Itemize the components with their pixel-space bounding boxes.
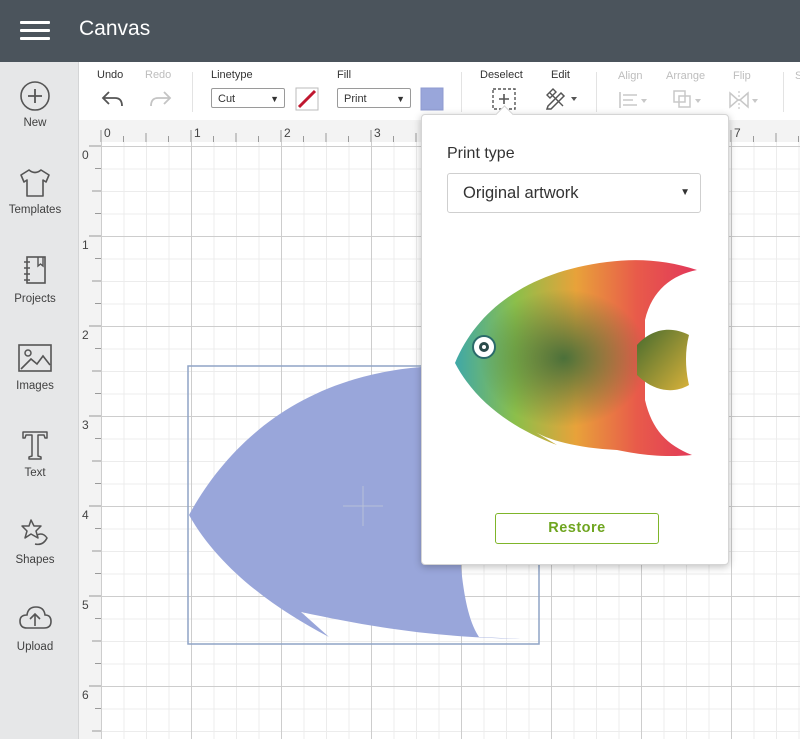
toolbar-divider: [461, 72, 462, 112]
tshirt-icon: [20, 169, 50, 197]
ruler-number: 3: [82, 418, 89, 432]
deselect-label: Deselect: [480, 69, 523, 81]
fill-value: Print: [344, 93, 367, 105]
ruler-number: 6: [82, 688, 89, 702]
sidebar-item-label: Text: [24, 467, 46, 479]
overflow-label: S: [795, 70, 800, 82]
book-icon: [24, 256, 46, 284]
sidebar-item-images[interactable]: Images: [0, 341, 70, 421]
arrange-icon[interactable]: [671, 89, 705, 111]
print-type-label: Print type: [447, 145, 515, 162]
sidebar-item-upload[interactable]: Upload: [0, 602, 70, 682]
flip-icon[interactable]: [727, 89, 761, 111]
linetype-select[interactable]: Cut ▼: [211, 88, 285, 108]
align-icon[interactable]: [617, 89, 651, 111]
sidebar-item-projects[interactable]: Projects: [0, 254, 70, 334]
print-type-value: Original artwork: [463, 184, 579, 202]
ruler-number: 1: [194, 126, 201, 140]
hamburger-menu-icon[interactable]: [20, 21, 50, 41]
sidebar-item-label: Templates: [8, 204, 62, 216]
vertical-ruler: 0 1 2 3 4 5 6: [79, 142, 102, 739]
arrange-label: Arrange: [666, 70, 706, 82]
toolbar-divider: [192, 72, 193, 112]
undo-icon[interactable]: [100, 88, 126, 110]
redo-label: Redo: [145, 69, 172, 81]
left-sidebar: New Templates Projects Images Text Shape…: [0, 62, 79, 739]
edit-toolbar: Undo Redo Linetype Cut ▼ Fill Print ▼ De…: [79, 62, 800, 120]
image-icon: [18, 344, 52, 372]
shapes-icon: [21, 519, 48, 546]
chevron-down-icon: ▼: [680, 187, 690, 198]
ruler-number: 5: [82, 598, 89, 612]
print-type-popover: Print type Original artwork ▼ Restore: [421, 105, 729, 565]
sidebar-item-label: Images: [16, 380, 54, 392]
linetype-color-swatch[interactable]: [295, 87, 319, 111]
print-type-select[interactable]: Original artwork ▼: [447, 173, 701, 213]
ruler-number: 4: [82, 508, 89, 522]
sidebar-item-new[interactable]: New: [0, 80, 70, 160]
ruler-number: 2: [284, 126, 291, 140]
chevron-down-icon: ▼: [396, 94, 405, 104]
fill-label: Fill: [337, 69, 352, 81]
ruler-number: 0: [82, 148, 89, 162]
fill-select[interactable]: Print ▼: [337, 88, 411, 108]
linetype-value: Cut: [218, 93, 236, 105]
ruler-number: 2: [82, 328, 89, 342]
top-header: Canvas: [0, 0, 800, 62]
plus-circle-icon: [20, 81, 50, 111]
toolbar-divider: [783, 72, 784, 112]
cloud-upload-icon: [19, 606, 52, 629]
page-title: Canvas: [79, 17, 151, 40]
sidebar-item-label: New: [23, 117, 47, 129]
toolbar-divider: [596, 72, 597, 112]
sidebar-item-label: Shapes: [15, 554, 55, 566]
edit-label: Edit: [551, 69, 570, 81]
edit-tools-icon[interactable]: [544, 86, 580, 110]
restore-button[interactable]: Restore: [495, 513, 659, 544]
sidebar-item-label: Upload: [16, 641, 54, 653]
linetype-label: Linetype: [211, 69, 253, 81]
fish-artwork-preview: [455, 260, 697, 457]
ruler-ticks: [89, 145, 101, 732]
sidebar-item-shapes[interactable]: Shapes: [0, 515, 70, 595]
fill-color-swatch[interactable]: [420, 87, 444, 111]
ruler-number: 1: [82, 238, 89, 252]
align-label: Align: [618, 70, 643, 82]
undo-label: Undo: [97, 69, 124, 81]
sidebar-item-templates[interactable]: Templates: [0, 167, 70, 247]
ruler-number: 0: [104, 126, 111, 140]
sidebar-item-text[interactable]: Text: [0, 428, 70, 508]
text-t-icon: [22, 431, 48, 460]
sidebar-item-label: Projects: [14, 293, 56, 305]
ruler-number: 3: [374, 126, 381, 140]
ruler-number: 7: [734, 126, 741, 140]
chevron-down-icon: ▼: [270, 94, 279, 104]
flip-label: Flip: [733, 70, 751, 82]
redo-icon[interactable]: [147, 88, 173, 110]
